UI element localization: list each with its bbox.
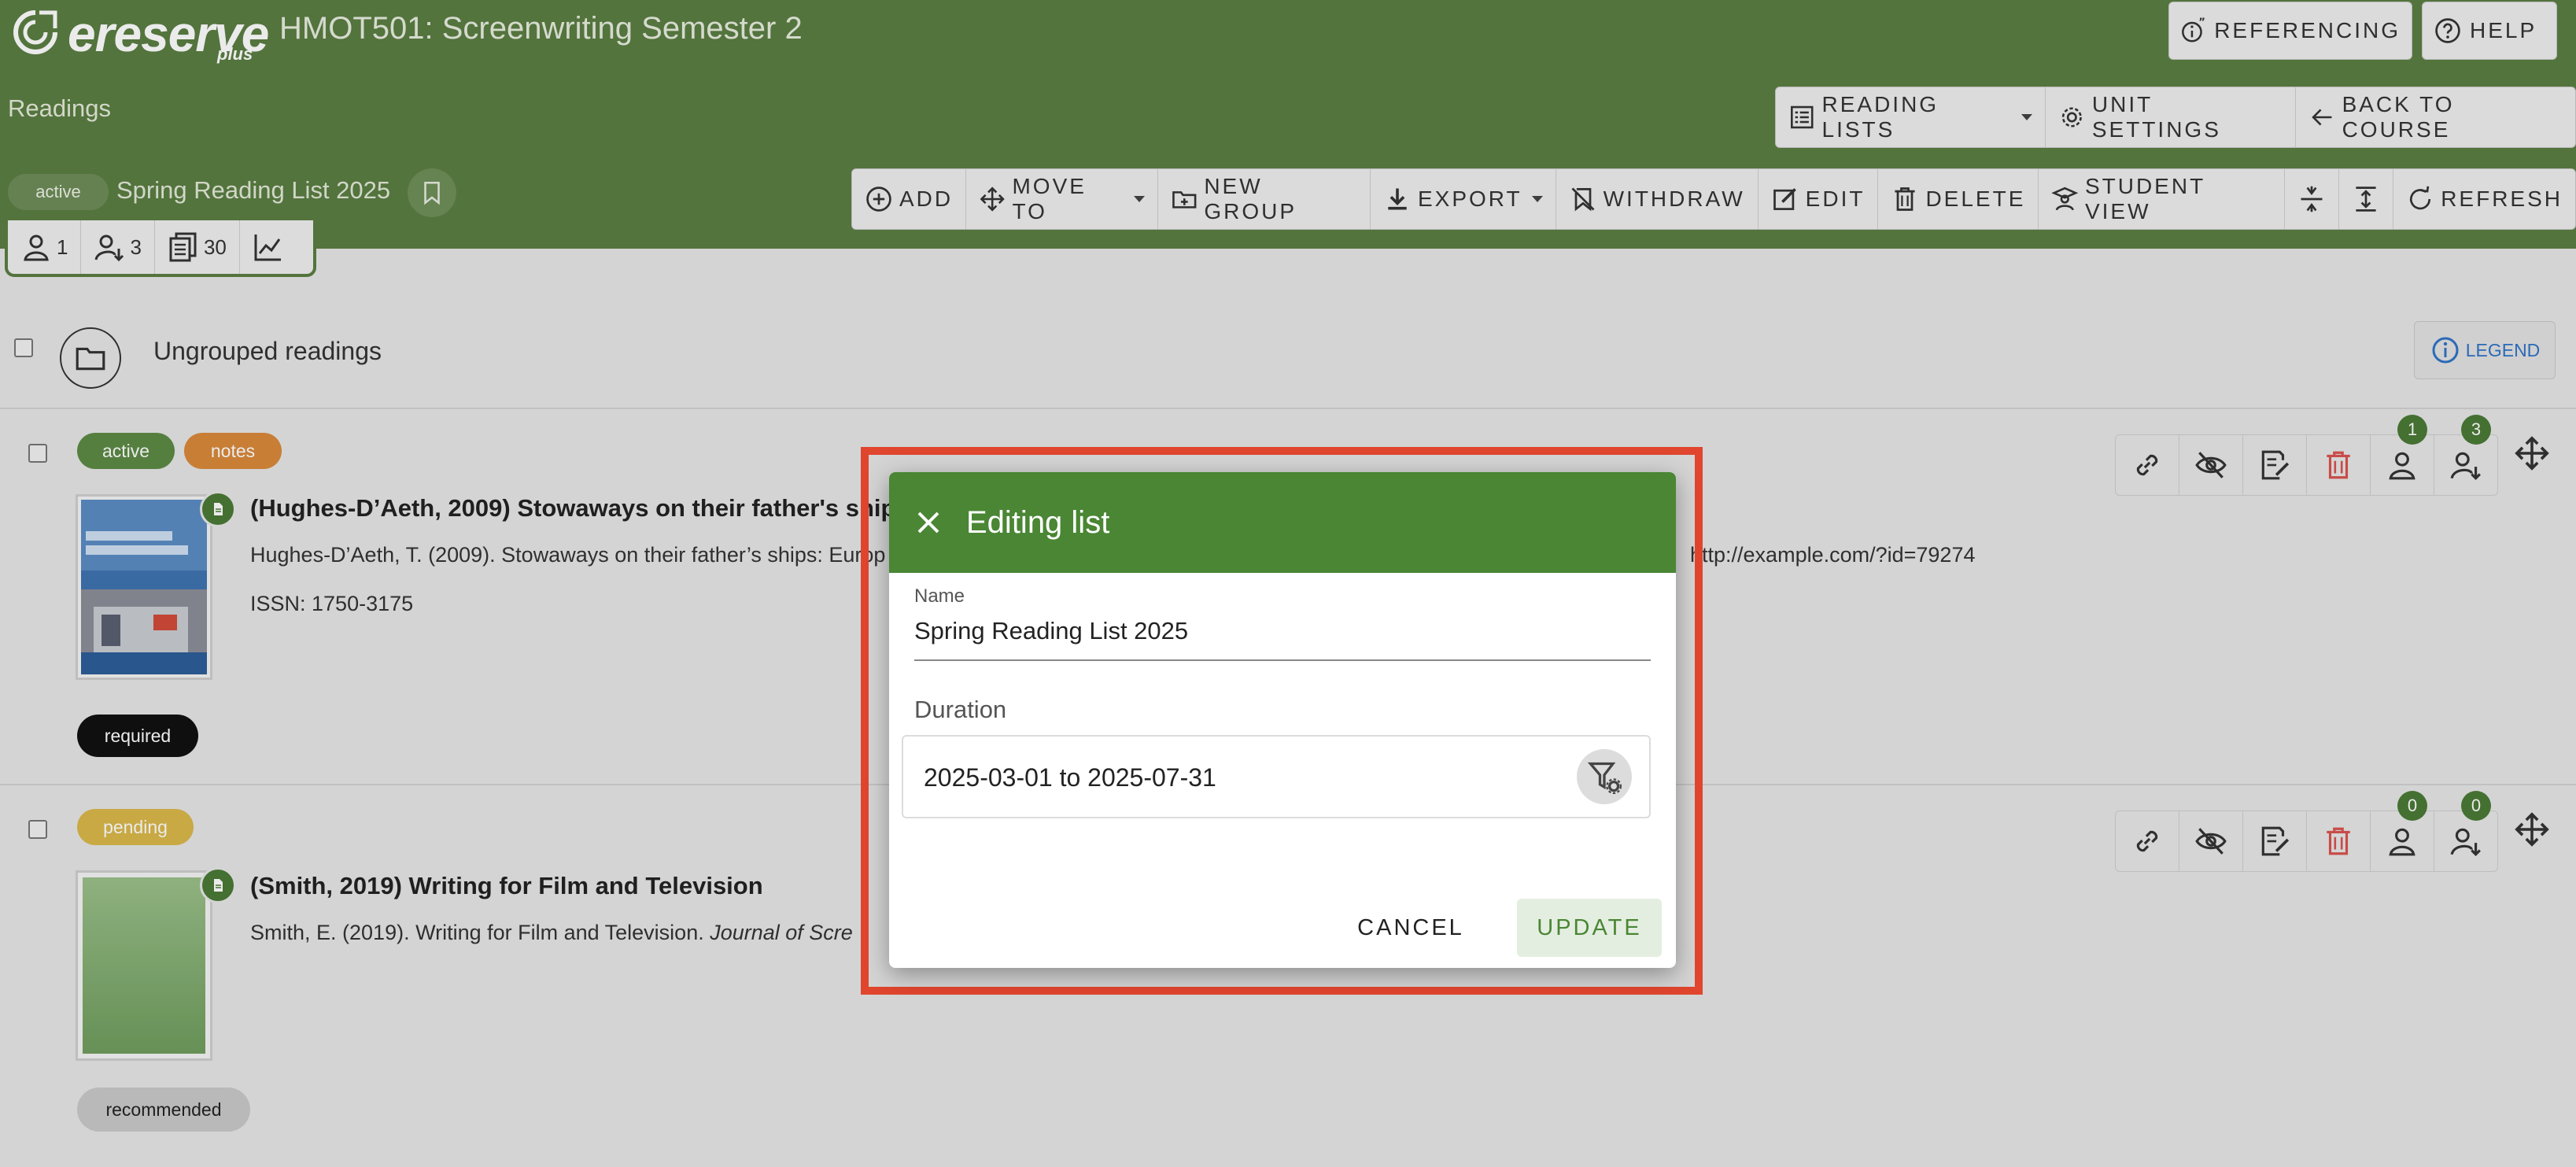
- duration-field[interactable]: 2025-03-01 to 2025-07-31: [902, 735, 1651, 818]
- duration-value: 2025-03-01 to 2025-07-31: [924, 763, 1216, 792]
- cancel-button[interactable]: CANCEL: [1352, 899, 1470, 957]
- close-icon[interactable]: [913, 507, 944, 538]
- duration-label: Duration: [914, 696, 1007, 723]
- name-field[interactable]: Spring Reading List 2025: [914, 617, 1188, 645]
- date-filter-button[interactable]: [1577, 749, 1632, 804]
- name-field-underline: [914, 659, 1651, 661]
- update-button[interactable]: UPDATE: [1517, 899, 1662, 957]
- edit-list-dialog: Editing list Name Spring Reading List 20…: [889, 472, 1676, 968]
- dialog-title: Editing list: [966, 504, 1110, 540]
- name-field-label: Name: [914, 585, 965, 607]
- filter-settings-icon: [1587, 762, 1622, 794]
- dialog-header: Editing list: [889, 472, 1676, 573]
